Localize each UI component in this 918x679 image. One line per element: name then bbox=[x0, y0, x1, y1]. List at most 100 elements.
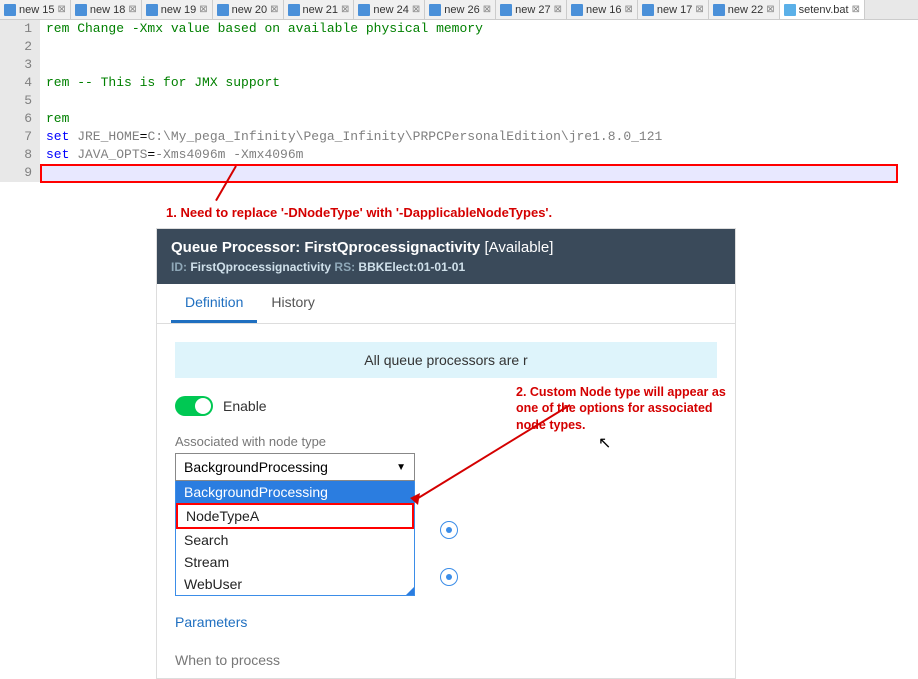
close-icon[interactable]: ⊠ bbox=[270, 4, 278, 15]
tab-label: new 17 bbox=[657, 4, 692, 16]
panel-subtitle: ID: FirstQprocessignactivity RS: BBKElec… bbox=[171, 260, 721, 274]
annotation-2: 2. Custom Node type will appear as one o… bbox=[516, 384, 736, 433]
line-number: 4 bbox=[0, 74, 32, 92]
close-icon[interactable]: ⊠ bbox=[695, 4, 703, 15]
tab-definition[interactable]: Definition bbox=[171, 284, 257, 323]
target-icon bbox=[440, 568, 458, 586]
code-line: rem -- This is for JMX support bbox=[46, 74, 918, 92]
code-line: rem bbox=[46, 110, 918, 128]
editor-tab[interactable]: new 20⊠ bbox=[213, 0, 284, 19]
tab-history[interactable]: History bbox=[257, 284, 329, 323]
enable-toggle[interactable] bbox=[175, 396, 213, 416]
when-process-label: When to process bbox=[175, 652, 717, 668]
line-number: 8 bbox=[0, 146, 32, 164]
code-line: set JRE_HOME=C:\My_pega_Infinity\Pega_In… bbox=[46, 128, 918, 146]
editor-tab[interactable]: new 21⊠ bbox=[284, 0, 355, 19]
line-number: 7 bbox=[0, 128, 32, 146]
tab-label: new 26 bbox=[444, 4, 479, 16]
file-icon bbox=[75, 4, 87, 16]
file-icon bbox=[288, 4, 300, 16]
line-number: 1 bbox=[0, 20, 32, 38]
editor-tab-active[interactable]: setenv.bat⊠ bbox=[780, 0, 865, 19]
file-icon bbox=[217, 4, 229, 16]
select-value: BackgroundProcessing bbox=[184, 459, 328, 475]
panel-content: All queue processors are r Enable Associ… bbox=[157, 324, 735, 678]
code-line bbox=[46, 38, 918, 56]
file-icon bbox=[358, 4, 370, 16]
dropdown-item[interactable]: Search bbox=[176, 529, 414, 551]
close-icon[interactable]: ⊠ bbox=[57, 4, 65, 15]
assoc-node-label: Associated with node type bbox=[175, 434, 717, 449]
line-number: 2 bbox=[0, 38, 32, 56]
tab-label: new 27 bbox=[515, 4, 550, 16]
code-editor[interactable]: 1 2 3 4 5 6 7 8 9 rem Change -Xmx value … bbox=[0, 20, 918, 182]
target-icon bbox=[440, 521, 458, 539]
editor-tab[interactable]: new 26 ⊠ bbox=[425, 0, 496, 19]
tab-label: new 22 bbox=[728, 4, 763, 16]
annotation-1: 1. Need to replace '-DNodeType' with '-D… bbox=[166, 205, 552, 220]
code-line: set JAVA_OPTS=-Xms4096m -Xmx4096m bbox=[46, 146, 918, 164]
cursor-icon: ↖ bbox=[598, 433, 611, 453]
close-icon[interactable]: ⊠ bbox=[624, 4, 632, 15]
code-line: rem Change -Xmx value based on available… bbox=[46, 20, 918, 38]
dropdown-item[interactable]: Stream bbox=[176, 551, 414, 573]
file-icon bbox=[146, 4, 158, 16]
toggle-knob-icon bbox=[195, 398, 211, 414]
tab-label: new 19 bbox=[161, 4, 196, 16]
queue-processor-panel: Queue Processor: FirstQprocessignactivit… bbox=[156, 228, 736, 679]
code-line bbox=[46, 92, 918, 110]
line-number: 6 bbox=[0, 110, 32, 128]
close-icon[interactable]: ⊠ bbox=[766, 4, 774, 15]
tab-bar: new 15⊠ new 18⊠ new 19⊠ new 20⊠ new 21⊠ … bbox=[0, 0, 918, 20]
dropdown-item[interactable]: BackgroundProcessing bbox=[176, 481, 414, 503]
file-icon bbox=[4, 4, 16, 16]
editor-tab[interactable]: new 18⊠ bbox=[71, 0, 142, 19]
editor-tab[interactable]: new 15⊠ bbox=[0, 0, 71, 19]
dropdown-item-highlighted[interactable]: NodeTypeA bbox=[176, 503, 414, 529]
editor-tab[interactable]: new 19⊠ bbox=[142, 0, 213, 19]
close-icon[interactable]: ⊠ bbox=[341, 4, 349, 15]
panel-header: Queue Processor: FirstQprocessignactivit… bbox=[157, 229, 735, 284]
node-type-dropdown[interactable]: BackgroundProcessing NodeTypeA Search St… bbox=[175, 481, 415, 596]
tab-label: new 18 bbox=[90, 4, 125, 16]
panel-title: Queue Processor: FirstQprocessignactivit… bbox=[171, 239, 721, 256]
close-icon[interactable]: ⊠ bbox=[483, 4, 491, 15]
chevron-down-icon: ▼ bbox=[396, 462, 406, 473]
tab-label: new 16 bbox=[586, 4, 621, 16]
line-number: 3 bbox=[0, 56, 32, 74]
file-icon bbox=[571, 4, 583, 16]
panel-tabs: Definition History bbox=[157, 284, 735, 324]
editor-tab[interactable]: new 22⊠ bbox=[709, 0, 780, 19]
file-icon bbox=[642, 4, 654, 16]
code-body[interactable]: rem Change -Xmx value based on available… bbox=[40, 20, 918, 182]
code-line: set JAVA_OPTS=%JAVA_OPTS% -DapplicableNo… bbox=[46, 164, 918, 182]
code-line bbox=[46, 56, 918, 74]
tab-label: new 15 bbox=[19, 4, 54, 16]
resize-handle-icon[interactable] bbox=[406, 587, 414, 595]
enable-label: Enable bbox=[223, 398, 267, 414]
close-icon[interactable]: ⊠ bbox=[128, 4, 136, 15]
tab-label: new 20 bbox=[232, 4, 267, 16]
line-number: 9 bbox=[0, 164, 32, 182]
info-banner: All queue processors are r bbox=[175, 342, 717, 378]
tab-label: new 24 bbox=[373, 4, 408, 16]
tab-label: new 21 bbox=[303, 4, 338, 16]
line-number: 5 bbox=[0, 92, 32, 110]
parameters-link[interactable]: Parameters bbox=[175, 614, 247, 630]
node-type-select[interactable]: BackgroundProcessing ▼ bbox=[175, 453, 415, 481]
close-icon[interactable]: ⊠ bbox=[554, 4, 562, 15]
editor-tab[interactable]: new 17⊠ bbox=[638, 0, 709, 19]
close-icon[interactable]: ⊠ bbox=[199, 4, 207, 15]
close-icon[interactable]: ⊠ bbox=[852, 4, 860, 15]
file-icon bbox=[713, 4, 725, 16]
dropdown-item[interactable]: WebUser bbox=[176, 573, 414, 595]
tab-label: setenv.bat bbox=[799, 4, 849, 16]
file-icon bbox=[784, 4, 796, 16]
editor-tab[interactable]: new 24 ⊠ bbox=[354, 0, 425, 19]
line-gutter: 1 2 3 4 5 6 7 8 9 bbox=[0, 20, 40, 182]
editor-tab[interactable]: new 16⊠ bbox=[567, 0, 638, 19]
file-icon bbox=[500, 4, 512, 16]
close-icon[interactable]: ⊠ bbox=[412, 4, 420, 15]
file-icon bbox=[429, 4, 441, 16]
editor-tab[interactable]: new 27 ⊠ bbox=[496, 0, 567, 19]
